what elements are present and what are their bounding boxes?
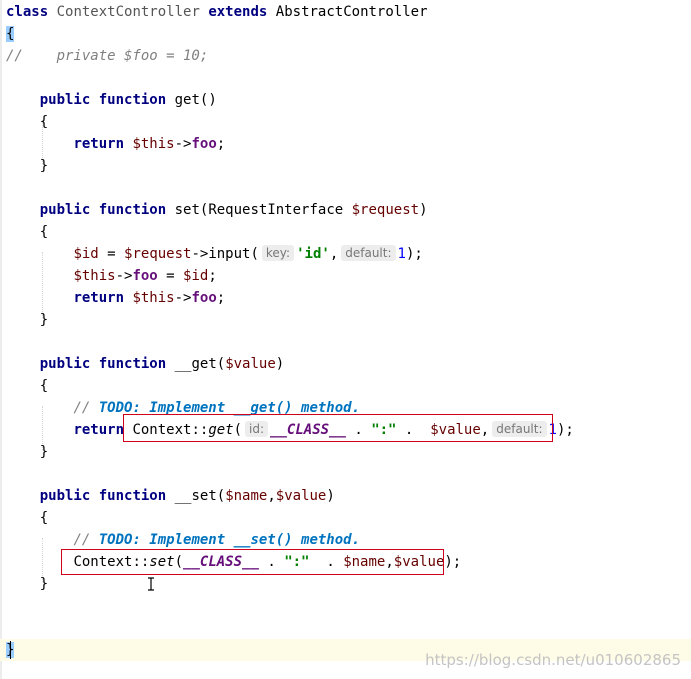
parameter: $name <box>225 488 268 504</box>
code-line-set-close[interactable]: } <box>6 309 48 331</box>
punctuation: ); <box>405 246 423 262</box>
punctuation: ) <box>275 356 285 372</box>
code-line-class-declaration[interactable]: class ContextController extends Abstract… <box>6 1 428 23</box>
parameter: $request <box>351 202 420 218</box>
keyword: function <box>98 356 167 372</box>
class-name: ContextController <box>56 4 200 20</box>
code-line-set-assign[interactable]: $this->foo = $id; <box>6 265 217 287</box>
code-line-magic-set-signature[interactable]: public function __set($name,$value) <box>6 485 335 507</box>
code-line-magic-set-close[interactable]: } <box>6 573 48 595</box>
string-literal: 'id' <box>296 246 330 262</box>
punctuation: ) <box>419 202 428 218</box>
brace: { <box>39 510 49 526</box>
function-name: __get( <box>174 356 226 372</box>
brace: } <box>39 444 49 460</box>
function-name: set(RequestInterface <box>174 202 352 218</box>
matched-brace: { <box>6 26 15 42</box>
variable: $request <box>124 246 192 262</box>
comment-prefix: // <box>73 400 99 416</box>
punctuation: ; <box>216 290 226 306</box>
text-caret <box>10 641 11 659</box>
keyword: class <box>6 4 49 20</box>
punctuation: ) <box>326 488 335 504</box>
code-line-get-close[interactable]: } <box>6 155 48 177</box>
parameter: $value <box>225 356 276 372</box>
punctuation: ; <box>208 268 217 284</box>
keyword: return <box>73 290 125 306</box>
code-line-magic-get-open[interactable]: { <box>6 375 48 397</box>
brace: { <box>39 114 49 130</box>
code-line-get-return[interactable]: return $this->foo; <box>6 133 225 155</box>
code-editor[interactable]: class ContextController extends Abstract… <box>0 0 691 679</box>
punctuation: , <box>329 246 339 262</box>
variable: $id <box>73 246 99 262</box>
keyword: return <box>73 422 125 438</box>
comment-prefix: // <box>73 532 99 548</box>
keyword: extends <box>208 4 268 20</box>
brace: } <box>39 158 49 174</box>
function-name: get() <box>174 92 217 108</box>
keyword: public <box>39 202 91 218</box>
code-line-open-brace[interactable]: { <box>6 23 15 45</box>
operator: -> <box>115 268 133 284</box>
method-call: ->input( <box>191 246 259 262</box>
line-comment: // private $foo = 10; <box>6 48 209 64</box>
keyword: public <box>39 356 91 372</box>
punctuation: ); <box>556 422 574 438</box>
todo-comment: TODO: Implement __set() method. <box>98 532 361 548</box>
operator: = <box>157 268 184 284</box>
code-line-magic-get-close[interactable]: } <box>6 441 48 463</box>
ibeam-cursor-icon <box>148 577 154 591</box>
parameter: $value <box>275 488 327 504</box>
code-line-set-return[interactable]: return $this->foo; <box>6 287 225 309</box>
parent-class-name: AbstractController <box>275 4 428 20</box>
code-line-set-open[interactable]: { <box>6 221 48 243</box>
parameter-hint: key: <box>261 245 295 261</box>
code-line-set-signature[interactable]: public function set(RequestInterface $re… <box>6 199 428 221</box>
code-line-magic-get-signature[interactable]: public function __get($value) <box>6 353 284 375</box>
function-name: __set( <box>174 488 226 504</box>
field: foo <box>191 136 217 152</box>
keyword: public <box>39 92 91 108</box>
brace: } <box>39 576 49 592</box>
field: foo <box>132 268 158 284</box>
operator: -> <box>174 290 192 306</box>
highlight-box-get-call <box>123 414 553 442</box>
keyword: function <box>98 92 167 108</box>
code-line-get-signature[interactable]: public function get() <box>6 89 217 111</box>
punctuation: ; <box>216 136 226 152</box>
parameter-hint: default: <box>341 245 396 261</box>
variable: $this <box>132 136 175 152</box>
brace: { <box>39 378 49 394</box>
keyword: public <box>39 488 91 504</box>
punctuation: , <box>267 488 276 504</box>
variable: $this <box>132 290 175 306</box>
code-line-set-input[interactable]: $id = $request->input(key:'id', default: 1… <box>6 243 423 265</box>
code-line-magic-set-todo[interactable]: // TODO: Implement __set() method. <box>6 529 360 551</box>
highlight-box-set-call <box>61 549 444 575</box>
code-line-magic-set-open[interactable]: { <box>6 507 48 529</box>
keyword: return <box>73 136 125 152</box>
code-line-comment[interactable]: // private $foo = 10; <box>6 45 208 67</box>
field: foo <box>191 290 217 306</box>
operator: = <box>98 246 125 262</box>
operator: -> <box>174 136 192 152</box>
brace: { <box>39 224 49 240</box>
variable: $id <box>183 268 209 284</box>
watermark: https://blog.csdn.net/u010602865 <box>425 651 681 669</box>
number-literal: 1 <box>397 246 406 262</box>
brace: } <box>39 312 49 328</box>
code-line-get-open[interactable]: { <box>6 111 48 133</box>
editor-gutter <box>0 0 2 679</box>
variable: $this <box>73 268 116 284</box>
keyword: function <box>98 202 167 218</box>
punctuation: ); <box>444 554 462 570</box>
keyword: function <box>98 488 167 504</box>
